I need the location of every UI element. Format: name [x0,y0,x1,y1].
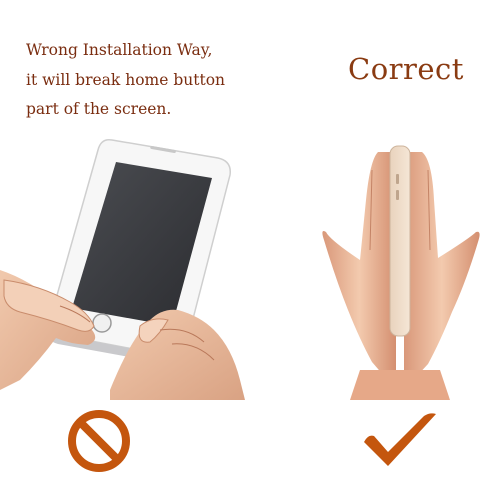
prohibited-icon [68,410,130,472]
correct-title: Correct [348,52,464,86]
wrong-caption-line-2: it will break home button [26,70,226,89]
wrong-installation-photo [0,138,245,400]
wrong-caption-line-3: part of the screen. [26,100,172,118]
wrong-caption-line-1: Wrong Installation Way, [26,41,213,59]
correct-installation-photo [322,145,480,400]
gold-phone [389,145,411,337]
wrong-installation-caption: Wrong Installation Way, it will break ho… [26,36,256,125]
home-button-icon [92,313,112,333]
checkmark-icon [364,413,436,466]
